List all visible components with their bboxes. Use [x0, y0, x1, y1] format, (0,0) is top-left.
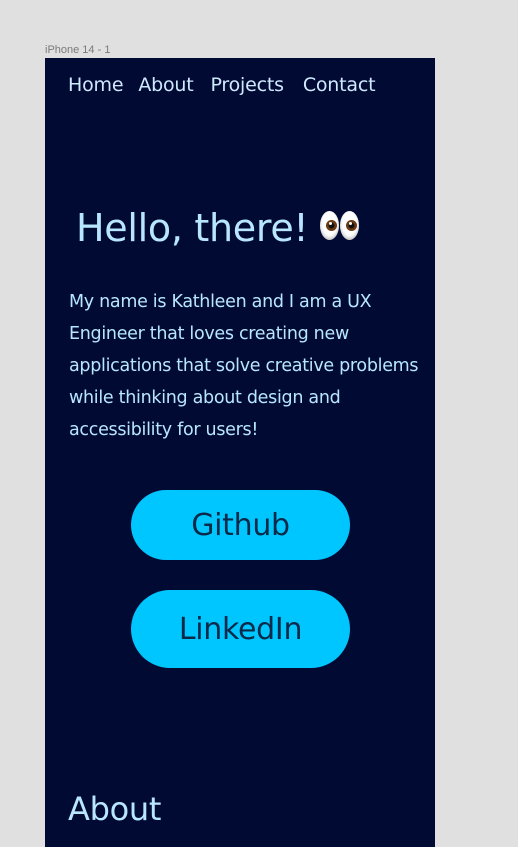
frame-label: iPhone 14 - 1: [45, 44, 111, 56]
linkedin-button-label: LinkedIn: [178, 611, 303, 647]
about-section-heading: About: [68, 790, 162, 828]
github-button[interactable]: Github: [131, 490, 350, 560]
nav-link-contact[interactable]: Contact: [303, 72, 376, 98]
hero-title-text: Hello, there!: [76, 206, 309, 250]
github-button-label: Github: [191, 507, 290, 543]
left-eye-icon: [320, 211, 340, 240]
intro-paragraph: My name is Kathleen and I am a UX Engine…: [69, 292, 419, 440]
hero-heading: Hello, there!: [76, 204, 362, 252]
eyes-emoji-icon: [318, 209, 362, 243]
nav-link-about[interactable]: About: [138, 72, 193, 98]
top-nav: Home About Projects Contact: [68, 72, 376, 98]
right-eye-icon: [340, 211, 360, 240]
phone-artboard: Home About Projects Contact Hello, there…: [45, 58, 435, 847]
linkedin-button[interactable]: LinkedIn: [131, 590, 350, 668]
nav-link-projects[interactable]: Projects: [211, 72, 285, 98]
nav-link-home[interactable]: Home: [68, 72, 124, 98]
